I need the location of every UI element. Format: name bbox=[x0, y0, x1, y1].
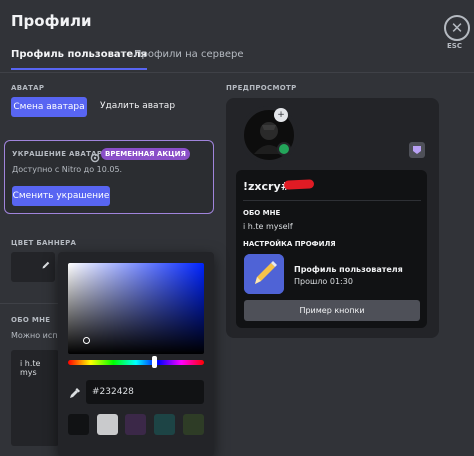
profile-settings-app-icon bbox=[244, 254, 284, 294]
avatar bbox=[240, 106, 298, 164]
about-me-value: i h.te mys bbox=[20, 359, 41, 377]
banner-color-label: ЦВЕТ БАННЕРА bbox=[11, 239, 77, 247]
nitro-badge-icon bbox=[409, 142, 425, 158]
preview-label: ПРЕДПРОСМОТР bbox=[226, 84, 297, 92]
preset-swatch[interactable] bbox=[97, 414, 118, 435]
hue-slider-handle[interactable] bbox=[152, 356, 157, 368]
tab-server-profiles[interactable]: Профили на сервере bbox=[134, 49, 244, 60]
page-title: Профили bbox=[11, 12, 92, 30]
about-me-label: ОБО МНЕ bbox=[11, 316, 51, 324]
preset-swatch[interactable] bbox=[68, 414, 89, 435]
decoration-availability: Доступно с Nitro до 10.05. bbox=[12, 165, 123, 174]
preset-swatch[interactable] bbox=[183, 414, 204, 435]
hex-color-input[interactable] bbox=[86, 380, 204, 404]
preset-swatch[interactable] bbox=[154, 414, 175, 435]
change-decoration-button[interactable]: Сменить украшение bbox=[12, 186, 110, 206]
inner-divider bbox=[243, 200, 421, 201]
saturation-handle[interactable] bbox=[83, 337, 90, 344]
about-me-textarea[interactable]: i h.te mys bbox=[11, 350, 59, 446]
nitro-icon bbox=[90, 148, 100, 163]
esc-label: ESC bbox=[447, 42, 462, 50]
preview-about-text: i h.te myself bbox=[243, 222, 293, 231]
remove-avatar-button[interactable]: Удалить аватар bbox=[100, 101, 175, 111]
add-avatar-icon[interactable]: + bbox=[274, 108, 288, 122]
close-icon: ✕ bbox=[450, 18, 464, 37]
online-status-dot bbox=[277, 142, 291, 156]
close-button[interactable]: ✕ bbox=[444, 15, 470, 41]
hue-slider[interactable] bbox=[68, 360, 204, 365]
banner-color-swatch[interactable] bbox=[11, 252, 55, 282]
change-avatar-button[interactable]: Смена аватара bbox=[11, 97, 87, 117]
about-me-hint: Можно испо bbox=[11, 331, 63, 340]
section-divider bbox=[0, 303, 58, 304]
example-button[interactable]: Пример кнопки bbox=[244, 300, 420, 321]
tab-user-profile[interactable]: Профиль пользователя bbox=[11, 49, 147, 70]
activity-label: НАСТРОЙКА ПРОФИЛЯ bbox=[243, 240, 336, 248]
preview-username: !zxcry# bbox=[243, 180, 290, 193]
eyedropper-icon[interactable] bbox=[68, 385, 82, 399]
redaction-mark bbox=[283, 179, 315, 190]
preset-swatch[interactable] bbox=[125, 414, 146, 435]
tabs-divider bbox=[0, 72, 474, 73]
activity-time: Прошло 01:30 bbox=[294, 277, 353, 286]
promo-badge: ВРЕМЕННАЯ АКЦИЯ bbox=[101, 148, 190, 160]
activity-title: Профиль пользователя bbox=[294, 265, 403, 274]
avatar-section-label: АВАТАР bbox=[11, 84, 45, 92]
preview-about-label: ОБО МНЕ bbox=[243, 209, 281, 217]
pencil-icon bbox=[41, 255, 51, 269]
